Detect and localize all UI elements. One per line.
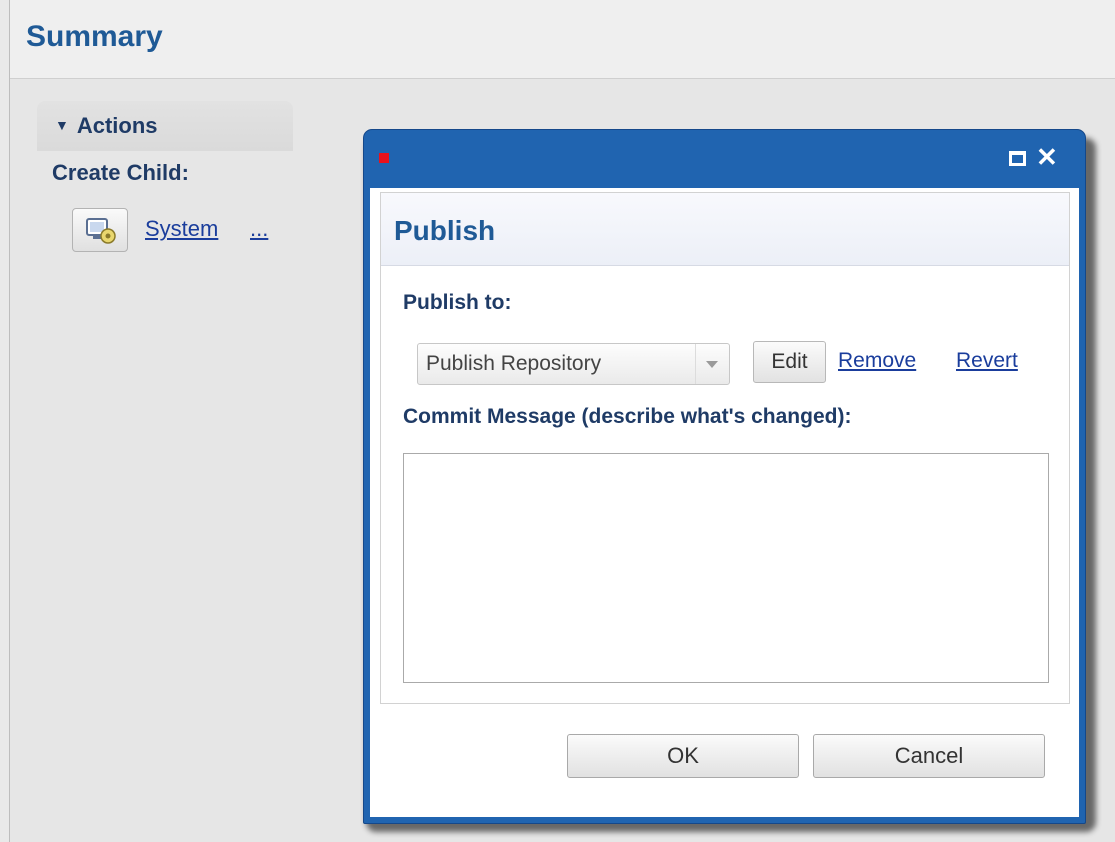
chevron-down-icon bbox=[695, 344, 729, 384]
remove-link[interactable]: Remove bbox=[838, 349, 916, 373]
page-title: Summary bbox=[26, 20, 163, 53]
create-child-label: Create Child: bbox=[52, 160, 189, 185]
page-header: Summary bbox=[10, 0, 1115, 79]
repository-select[interactable]: Publish Repository bbox=[417, 343, 730, 385]
revert-link[interactable]: Revert bbox=[956, 349, 1018, 373]
repository-select-value: Publish Repository bbox=[426, 352, 602, 375]
commit-message-input[interactable] bbox=[403, 453, 1049, 683]
system-link[interactable]: System bbox=[145, 216, 218, 242]
panel-header: Publish bbox=[381, 193, 1069, 266]
system-button[interactable] bbox=[72, 208, 128, 252]
publish-panel: Publish Publish to: Publish Repository E… bbox=[380, 192, 1070, 704]
publish-dialog: ✕ Publish Publish to: Publish Repository… bbox=[363, 129, 1086, 824]
close-icon[interactable]: ✕ bbox=[1036, 144, 1058, 170]
dialog-body: Publish Publish to: Publish Repository E… bbox=[370, 188, 1079, 817]
actions-toggle[interactable]: ▼ Actions bbox=[55, 113, 158, 139]
ok-button[interactable]: OK bbox=[567, 734, 799, 778]
cancel-button[interactable]: Cancel bbox=[813, 734, 1045, 778]
system-icon bbox=[86, 218, 116, 244]
publish-to-label: Publish to: bbox=[403, 291, 512, 314]
edit-button[interactable]: Edit bbox=[753, 341, 826, 383]
actions-panel: ▼ Actions bbox=[37, 101, 293, 151]
status-indicator-icon bbox=[379, 153, 389, 163]
actions-label: Actions bbox=[76, 113, 158, 138]
maximize-icon[interactable] bbox=[1009, 151, 1026, 166]
dialog-titlebar[interactable]: ✕ bbox=[364, 130, 1085, 188]
triangle-down-icon: ▼ bbox=[55, 117, 69, 133]
commit-message-label: Commit Message (describe what's changed)… bbox=[403, 405, 852, 428]
more-link[interactable]: ... bbox=[250, 216, 268, 242]
dialog-title: Publish bbox=[394, 215, 496, 246]
